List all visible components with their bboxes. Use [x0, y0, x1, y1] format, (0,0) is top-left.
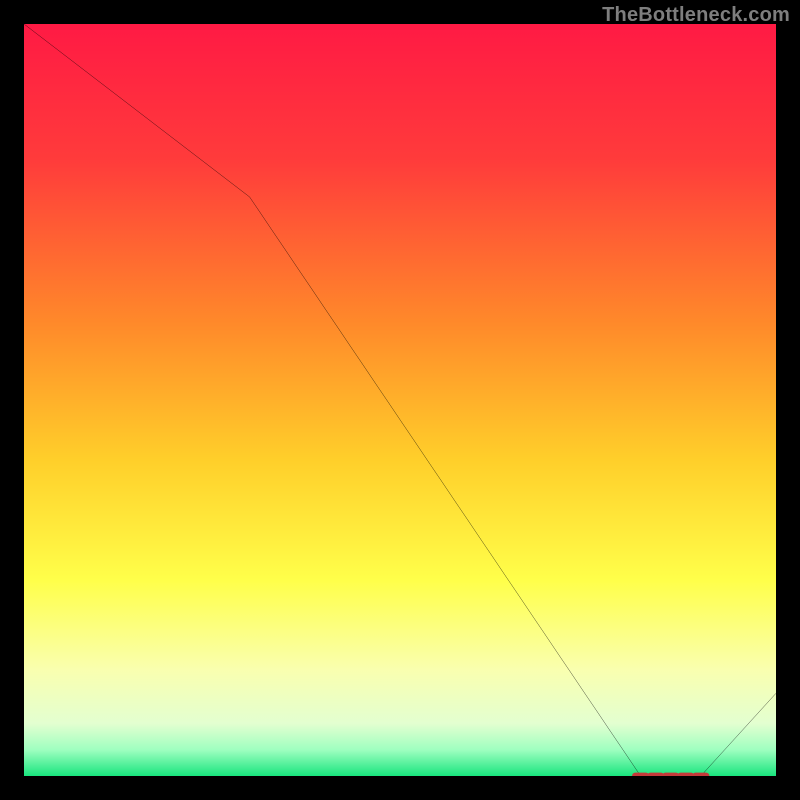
- attribution-label: TheBottleneck.com: [602, 4, 790, 27]
- gradient-background: [24, 24, 776, 776]
- gradient-rect: [24, 24, 776, 776]
- chart-canvas: TheBottleneck.com: [0, 0, 800, 800]
- plot-area: [24, 24, 776, 776]
